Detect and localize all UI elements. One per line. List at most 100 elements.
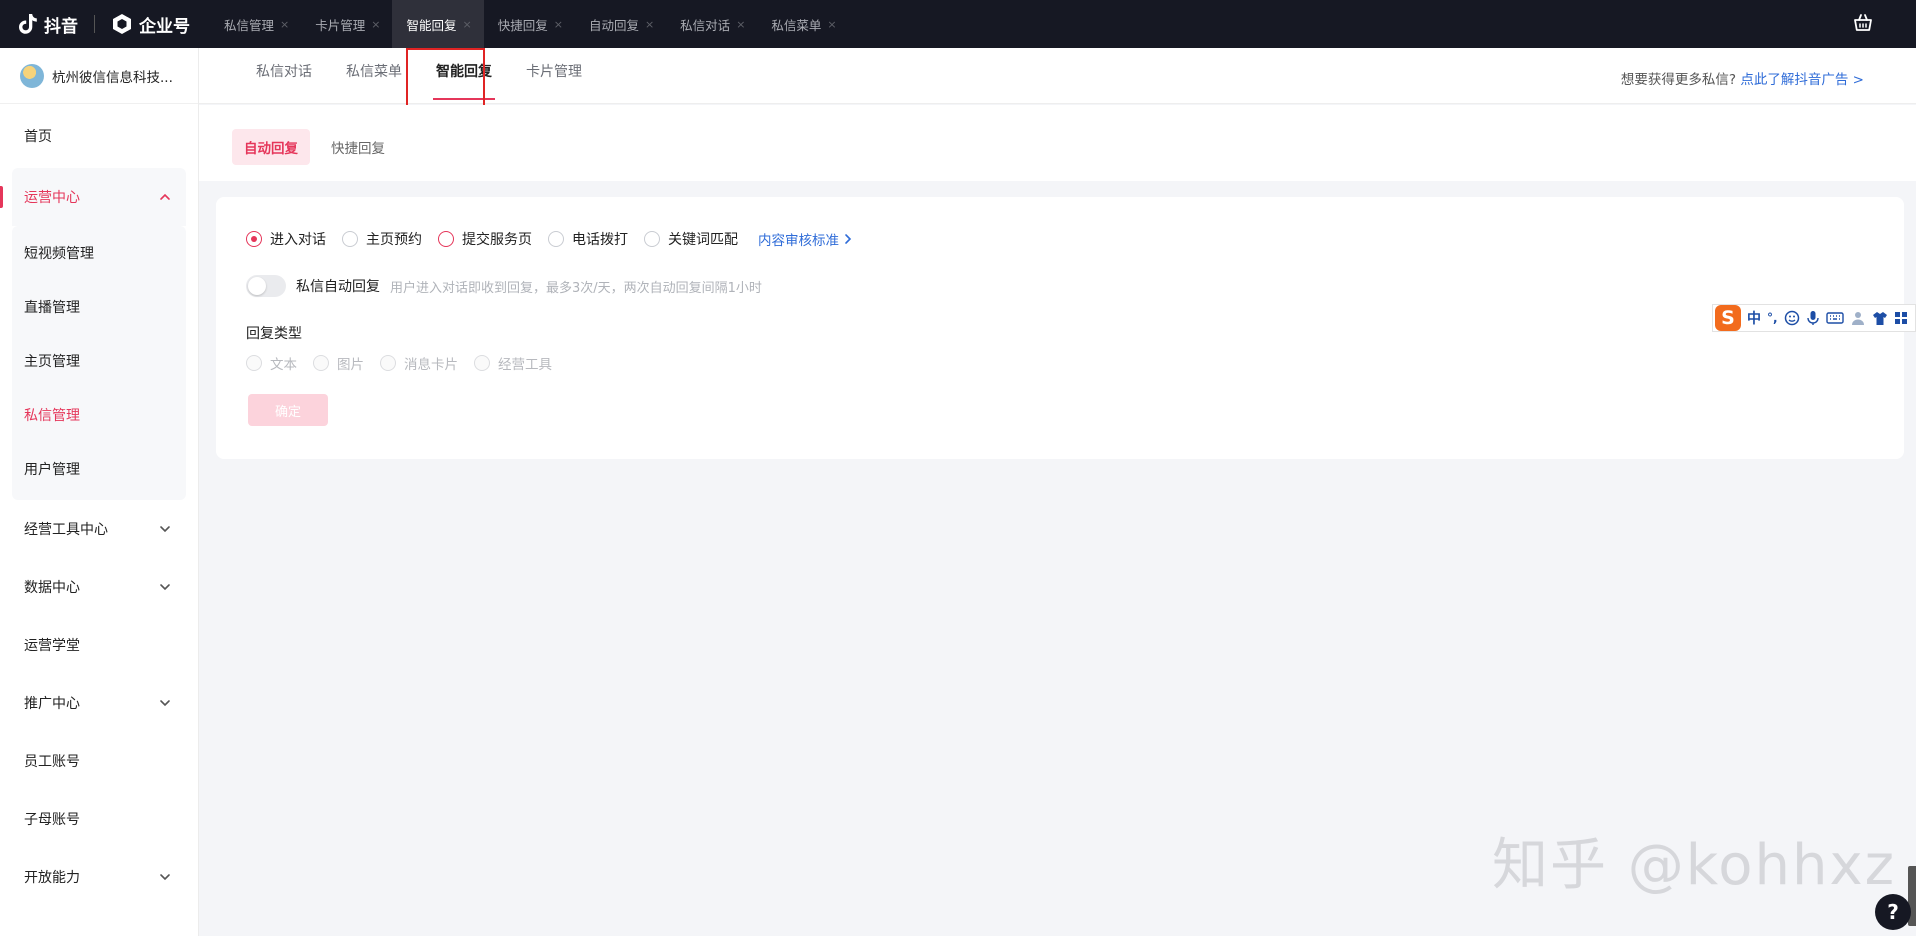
- close-icon[interactable]: ×: [280, 18, 289, 31]
- scene-radio-homepage-booking[interactable]: 主页预约: [342, 229, 422, 249]
- top-tabs: 私信管理 × 卡片管理 × 智能回复 × 快捷回复 × 自动回复 × 私信对话 × 私信菜单…: [210, 0, 849, 48]
- close-icon[interactable]: ×: [645, 18, 654, 31]
- help-button[interactable]: ?: [1875, 894, 1911, 930]
- sidebar-item-staff-account[interactable]: 员工账号: [0, 732, 198, 790]
- shopping-basket-icon[interactable]: [1852, 12, 1874, 34]
- close-icon[interactable]: ×: [554, 18, 563, 31]
- reply-type-label: 回复类型: [246, 326, 302, 342]
- reply-type-card[interactable]: 消息卡片: [380, 353, 458, 373]
- sidebar-item-data-center[interactable]: 数据中心: [0, 558, 198, 616]
- sidebar: 杭州彼信信息科技... 首页 运营中心 短视频管理 直播管理 主页管理 私信管理…: [0, 48, 199, 936]
- scene-radio-group: 进入对话 主页预约 提交服务页 电话拨打 关键词匹配 内容审核标准: [246, 229, 853, 249]
- sidebar-item-home[interactable]: 首页: [0, 104, 198, 168]
- auto-reply-card: 进入对话 主页预约 提交服务页 电话拨打 关键词匹配 内容审核标准 私信自动回复…: [216, 197, 1904, 459]
- close-icon[interactable]: ×: [827, 18, 836, 31]
- close-icon[interactable]: ×: [462, 18, 471, 31]
- sidebar-item-business-tools[interactable]: 经营工具中心: [0, 500, 198, 558]
- sidebar-item-label: 推广中心: [24, 696, 80, 712]
- tab-private-menu[interactable]: 私信菜单: [329, 48, 419, 104]
- reply-subtabs: 自动回复 快捷回复: [199, 105, 1916, 181]
- radio-icon: [438, 231, 454, 247]
- sidebar-item-ops-center[interactable]: 运营中心: [0, 168, 186, 226]
- enterprise-text: 企业号: [139, 16, 190, 37]
- brand[interactable]: 抖音 企业号: [0, 0, 190, 48]
- scene-radio-keyword-match[interactable]: 关键词匹配: [644, 229, 738, 249]
- radio-label: 进入对话: [270, 232, 326, 248]
- ime-punct[interactable]: °,: [1767, 311, 1778, 325]
- sidebar-item-ops-school[interactable]: 运营学堂: [0, 616, 198, 674]
- chevron-down-icon: [160, 874, 170, 881]
- close-icon[interactable]: ×: [736, 18, 745, 31]
- sidebar-item-open-capability[interactable]: 开放能力: [0, 848, 198, 906]
- sidebar-item-label: 开放能力: [24, 870, 80, 886]
- radio-icon: [246, 355, 262, 371]
- tab-private-chat[interactable]: 私信对话: [239, 48, 329, 104]
- sidebar-item-label: 首页: [24, 129, 52, 145]
- radio-label: 电话拨打: [572, 232, 628, 248]
- ime-lang[interactable]: 中: [1747, 308, 1761, 328]
- auto-reply-toggle-row: 私信自动回复 用户进入对话即收到回复，最多3次/天，两次自动回复间隔1小时: [246, 275, 762, 297]
- sidebar-item-private-msg[interactable]: 私信管理: [12, 388, 186, 442]
- promo-text: 想要获得更多私信?: [1620, 72, 1737, 88]
- auto-reply-toggle[interactable]: [246, 275, 286, 297]
- reply-type-business-tool[interactable]: 经营工具: [474, 353, 552, 373]
- enterprise-icon: [113, 14, 131, 34]
- chevron-down-icon: [160, 700, 170, 707]
- company-switcher[interactable]: 杭州彼信信息科技...: [0, 48, 198, 104]
- top-tab-card-mgmt[interactable]: 卡片管理 ×: [301, 0, 392, 48]
- sidebar-item-short-video[interactable]: 短视频管理: [12, 226, 186, 280]
- sidebar-item-users[interactable]: 用户管理: [12, 442, 186, 496]
- radio-icon: [474, 355, 490, 371]
- content-standard-link[interactable]: 内容审核标准: [758, 229, 853, 249]
- reply-type-text[interactable]: 文本: [246, 353, 297, 373]
- radio-label: 经营工具: [498, 357, 552, 373]
- keyboard-icon[interactable]: [1825, 311, 1844, 325]
- scene-radio-service-page[interactable]: 提交服务页: [438, 229, 532, 249]
- promo-link[interactable]: 点此了解抖音广告 >: [1740, 72, 1864, 88]
- scene-radio-enter-chat[interactable]: 进入对话: [246, 229, 326, 249]
- sidebar-item-label: 子母账号: [24, 812, 80, 828]
- close-icon[interactable]: ×: [371, 18, 380, 31]
- subtab-quick-reply[interactable]: 快捷回复: [319, 129, 397, 165]
- sidebar-group-ops: 运营中心: [0, 168, 186, 226]
- top-tab-private-chat[interactable]: 私信对话 ×: [666, 0, 757, 48]
- user-icon[interactable]: [1850, 310, 1866, 326]
- sidebar-item-label: 运营学堂: [24, 638, 80, 654]
- section-header: 私信对话 私信菜单 智能回复 卡片管理 想要获得更多私信? 点此了解抖音广告 >: [199, 48, 1916, 107]
- grid-menu-icon[interactable]: [1894, 311, 1908, 325]
- radio-icon: [313, 355, 329, 371]
- sidebar-item-sub-account[interactable]: 子母账号: [0, 790, 198, 848]
- sidebar-item-live[interactable]: 直播管理: [12, 280, 186, 334]
- emoji-icon[interactable]: [1784, 310, 1800, 326]
- microphone-icon[interactable]: [1806, 310, 1820, 326]
- radio-icon: [342, 231, 358, 247]
- auto-reply-label: 私信自动回复: [296, 279, 380, 295]
- radio-label: 消息卡片: [404, 357, 458, 373]
- top-tab-smart-reply[interactable]: 智能回复 ×: [392, 0, 484, 48]
- sidebar-item-label: 员工账号: [24, 754, 80, 770]
- radio-icon: [548, 231, 564, 247]
- tab-smart-reply[interactable]: 智能回复: [419, 48, 509, 104]
- douyin-icon: [19, 14, 37, 34]
- reply-type-image[interactable]: 图片: [313, 353, 364, 373]
- sidebar-item-homepage[interactable]: 主页管理: [12, 334, 186, 388]
- scene-radio-phone-call[interactable]: 电话拨打: [548, 229, 628, 249]
- radio-label: 图片: [337, 357, 364, 373]
- chevron-down-icon: [160, 584, 170, 591]
- radio-icon: [644, 231, 660, 247]
- skin-shirt-icon[interactable]: [1872, 310, 1888, 326]
- sidebar-item-promo-center[interactable]: 推广中心: [0, 674, 198, 732]
- radio-label: 文本: [270, 357, 297, 373]
- sidebar-item-label: 数据中心: [24, 580, 80, 596]
- top-tab-auto-reply[interactable]: 自动回复 ×: [575, 0, 666, 48]
- top-tab-label: 自动回复: [588, 17, 639, 33]
- top-tab-quick-reply[interactable]: 快捷回复 ×: [484, 0, 575, 48]
- tab-card-mgmt[interactable]: 卡片管理: [509, 48, 599, 104]
- confirm-button[interactable]: 确定: [248, 394, 328, 426]
- subtab-auto-reply[interactable]: 自动回复: [232, 129, 310, 165]
- top-tab-private-msg[interactable]: 私信管理 ×: [210, 0, 301, 48]
- company-name: 杭州彼信信息科技...: [52, 69, 173, 86]
- radio-checked-icon: [246, 231, 262, 247]
- ime-toolbar[interactable]: S 中 °,: [1712, 304, 1916, 332]
- top-tab-private-menu[interactable]: 私信菜单 ×: [757, 0, 848, 48]
